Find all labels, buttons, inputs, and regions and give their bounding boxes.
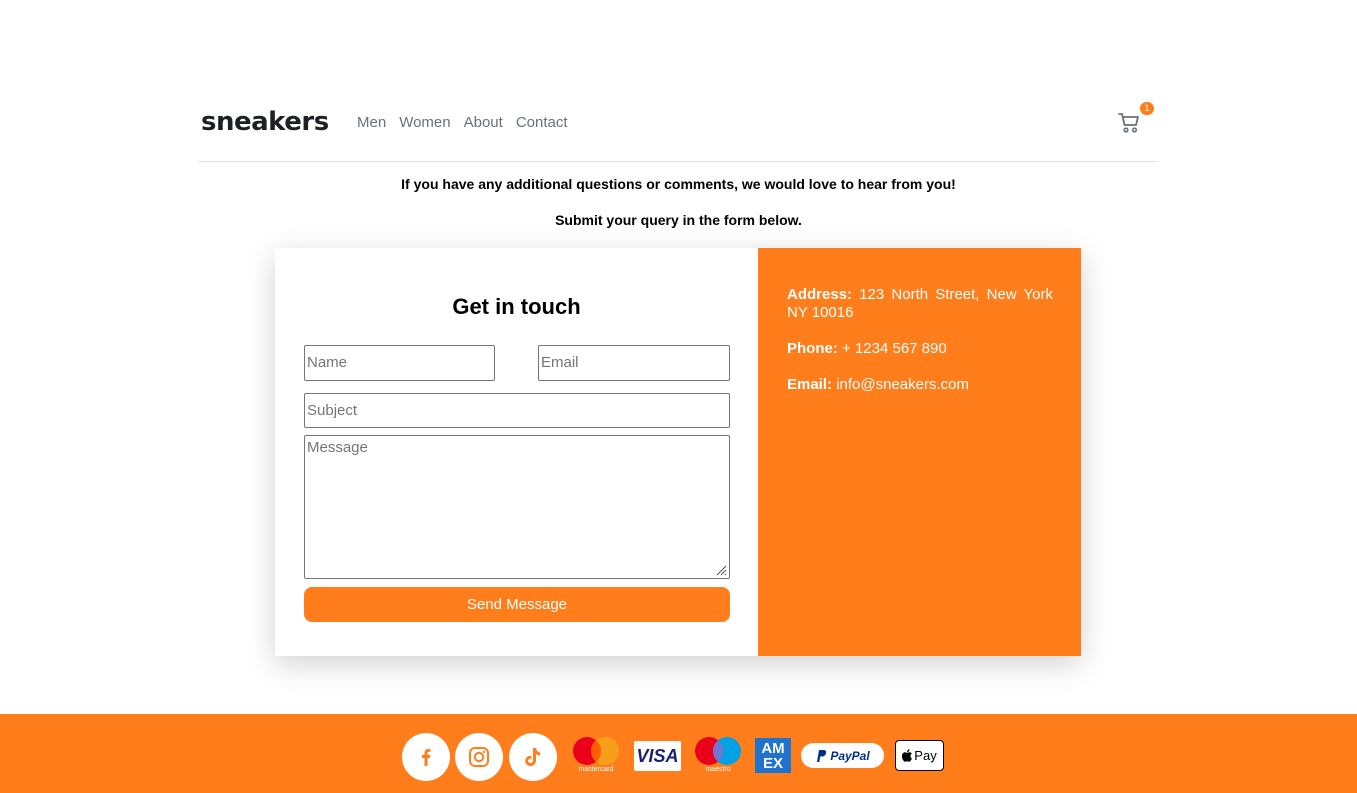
logo[interactable]: sneakers	[201, 107, 329, 137]
nav-men[interactable]: Men	[357, 114, 386, 131]
paypal-logo: PayPal	[801, 743, 884, 768]
email-input[interactable]: Email	[538, 345, 730, 381]
nav-contact[interactable]: Contact	[516, 114, 568, 131]
contact-form: Get in touch Name Email Subject Message …	[275, 248, 758, 656]
contact-info-panel: Address: 123 North Street, New York NY 1…	[758, 248, 1081, 656]
apple-icon	[902, 749, 913, 762]
email-info: Email: info@sneakers.com	[787, 376, 1053, 394]
apple-pay-logo: Pay	[895, 740, 944, 771]
message-placeholder: Message	[307, 439, 368, 456]
maestro-text: maestro	[705, 766, 731, 773]
intro-text: If you have any additional questions or …	[401, 176, 956, 192]
nav-women[interactable]: Women	[399, 114, 450, 131]
amex-text-bottom: EX	[762, 755, 783, 772]
nav-about[interactable]: About	[464, 114, 503, 131]
phone-value: + 1234 567 890	[842, 340, 947, 357]
mastercard-text: mastercard	[578, 766, 614, 773]
visa-text: VISA	[636, 746, 679, 766]
send-message-button[interactable]: Send Message	[304, 587, 730, 622]
paypal-icon	[817, 749, 827, 762]
email-label: Email:	[787, 376, 833, 393]
mastercard-logo: mastercard	[570, 734, 622, 776]
form-title: Get in touch	[452, 294, 581, 319]
subject-input[interactable]: Subject	[304, 393, 730, 428]
phone-info: Phone: + 1234 567 890	[787, 340, 1053, 358]
intro-subtext: Submit your query in the form below.	[555, 212, 802, 228]
phone-label: Phone:	[787, 340, 838, 357]
apple-pay-text: Pay	[914, 748, 937, 763]
maestro-logo: maestro	[692, 734, 744, 776]
paypal-text: PayPal	[830, 748, 870, 763]
message-textarea[interactable]: Message	[304, 435, 730, 579]
site-footer: mastercard VISA maestro AM EX PayPal Pay	[0, 714, 1357, 793]
contact-card: Get in touch Name Email Subject Message …	[275, 248, 1081, 656]
visa-logo: VISA	[634, 741, 681, 771]
site-header: sneakers Men Women About Contact 1	[198, 96, 1158, 162]
email-value[interactable]: info@sneakers.com	[836, 376, 969, 393]
resize-handle-icon[interactable]	[715, 564, 727, 576]
cart-icon[interactable]	[1118, 112, 1144, 136]
address-label: Address:	[787, 286, 853, 303]
amex-text-top: AM	[761, 740, 785, 757]
tiktok-icon[interactable]	[509, 733, 557, 781]
amex-logo: AM EX	[755, 738, 791, 773]
instagram-icon[interactable]	[455, 733, 503, 781]
address-info: Address: 123 North Street, New York NY 1…	[787, 286, 1053, 322]
main-nav: Men Women About Contact	[357, 114, 581, 131]
facebook-icon[interactable]	[402, 733, 450, 781]
cart-count-badge: 1	[1140, 102, 1154, 115]
name-input[interactable]: Name	[304, 345, 495, 381]
